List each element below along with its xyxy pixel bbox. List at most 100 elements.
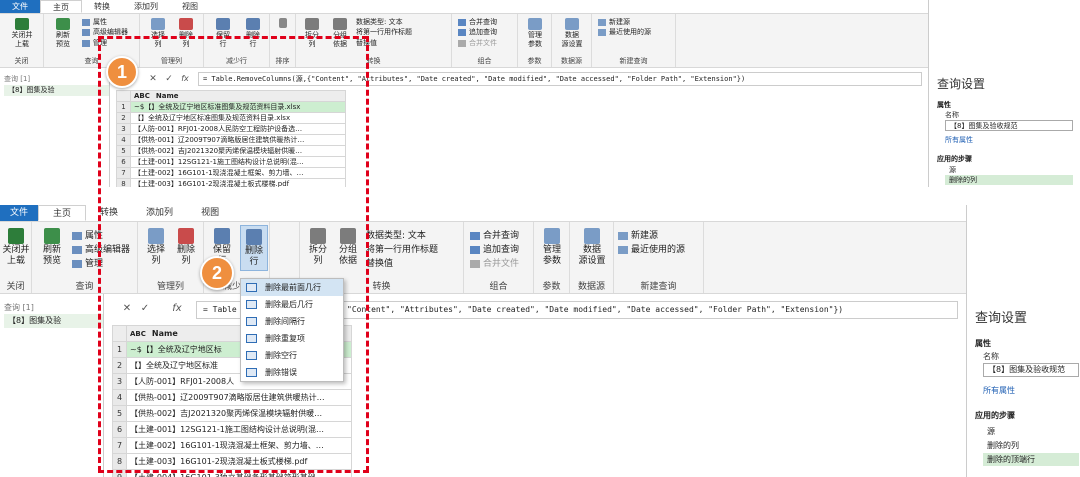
tab-transform[interactable]: 转换 (82, 0, 122, 13)
sort-asc-icon[interactable] (276, 18, 290, 29)
data-source-settings-button-2[interactable]: 数据 源设置 (572, 228, 612, 268)
menu-remove-alternate-rows[interactable]: 删除间隔行 (241, 313, 343, 330)
properties-button[interactable]: 属性 (82, 17, 107, 27)
name-column-header[interactable]: ABC Name (130, 90, 346, 102)
table-row[interactable]: 1 ~$【】全统及辽宁地区标准图集及规范资料目录.xlsx (116, 101, 346, 113)
split-column-button[interactable]: 拆分 列 (300, 18, 324, 49)
manage-parameters-button-2[interactable]: 管理 参数 (536, 228, 568, 268)
group-by-button-2[interactable]: 分组 依据 (334, 228, 362, 268)
remove-columns-button-2[interactable]: 删除 列 (172, 228, 200, 268)
close-load-button-2[interactable]: 关闭并 上载 (0, 228, 32, 268)
table-row[interactable]: 8 【土建-003】16G101-2现浇混凝土板式楼梯.pdf (112, 453, 352, 470)
name-cell[interactable]: 【人防-001】RFJ01-2008人民防空工程防护设备选… (130, 123, 346, 135)
merge-queries-button-2[interactable]: 合并查询 (470, 228, 519, 241)
remove-rows-button-2[interactable]: 删除 行 (240, 225, 268, 271)
manage-parameters-button[interactable]: 管理 参数 (522, 18, 548, 49)
remove-columns-button[interactable]: 删除 列 (174, 18, 198, 49)
step-removed-columns[interactable]: 删除的列 (945, 175, 1073, 185)
data-source-settings-button[interactable]: 数据 源设置 (556, 18, 588, 49)
choose-columns-button-2[interactable]: 选择 列 (142, 228, 170, 268)
confirm-formula-icon[interactable]: ✓ (162, 74, 176, 84)
table-row[interactable]: 4 【供热-001】辽2009T907滴略版居住建筑供暖热计… (112, 389, 352, 406)
menu-remove-blank-rows[interactable]: 删除空行 (241, 347, 343, 364)
query-item-2[interactable]: 【8】图集及验 (4, 314, 103, 328)
menu-remove-top-rows[interactable]: 删除最前面几行 (241, 279, 343, 296)
table-row[interactable]: 7 【土建-002】16G101-1现浇混凝土框架、剪力墙、… (116, 167, 346, 179)
choose-columns-button[interactable]: 选择 列 (146, 18, 170, 49)
name-cell[interactable]: 【】全统及辽宁地区标准图集及规范资料目录.xlsx (130, 112, 346, 124)
recent-sources-button[interactable]: 最近使用的源 (598, 27, 651, 37)
step-removed-columns-2[interactable]: 删除的列 (983, 439, 1079, 452)
name-input-2[interactable]: 【8】图集及验收规范 (983, 363, 1079, 377)
table-row[interactable]: 7 【土建-002】16G101-1现浇混凝土框架、剪力墙、… (112, 437, 352, 454)
step-source[interactable]: 源 (945, 165, 1073, 175)
tab-transform-2[interactable]: 转换 (86, 205, 132, 221)
step-removed-top-rows[interactable]: 删除的顶端行 (983, 453, 1079, 466)
fx-icon-2[interactable]: fx (170, 303, 184, 314)
name-cell[interactable]: 【土建-002】16G101-1现浇混凝土框架、剪力墙、… (130, 167, 346, 179)
fx-icon[interactable]: fx (178, 74, 192, 83)
tab-add-column[interactable]: 添加列 (122, 0, 170, 13)
tab-view-2[interactable]: 视图 (187, 205, 233, 221)
new-source-button[interactable]: 新建源 (598, 17, 630, 27)
name-cell[interactable]: 【土建-003】16G101-2现浇混凝土板式楼梯.pdf (126, 453, 352, 470)
name-input[interactable]: 【8】图集及验收规范 (945, 120, 1073, 131)
name-cell[interactable]: 【供热-001】辽2009T907滴略版居住建筑供暖热计… (126, 389, 352, 406)
name-cell[interactable]: ~$【】全统及辽宁地区标准图集及规范资料目录.xlsx (130, 101, 346, 113)
formula-bar[interactable]: = Table.RemoveColumns(源,{"Content", "Att… (198, 72, 922, 86)
table-row[interactable]: 6 【土建-001】12SG121-1施工图结构设计总说明(混… (116, 156, 346, 168)
combine-files-button[interactable]: 合并文件 (458, 38, 497, 48)
tab-file-2[interactable]: 文件 (0, 205, 39, 221)
replace-values-button-2[interactable]: 替换值 (366, 256, 393, 269)
table-row[interactable]: 3 【人防-001】RFJ01-2008人民防空工程防护设备选… (116, 123, 346, 135)
menu-remove-errors[interactable]: 删除错误 (241, 364, 343, 381)
menu-remove-duplicates[interactable]: 删除重复项 (241, 330, 343, 347)
tab-add-column-2[interactable]: 添加列 (132, 205, 187, 221)
table-row[interactable]: 4 【供热-001】辽2009T907滴略版居住建筑供暖热计… (116, 134, 346, 146)
all-properties-link[interactable]: 所有属性 (945, 135, 973, 145)
text-type-icon[interactable]: ABC (134, 92, 150, 100)
refresh-preview-button[interactable]: 刷新 预览 (48, 18, 78, 49)
table-row[interactable]: 2 【】全统及辽宁地区标准图集及规范资料目录.xlsx (116, 112, 346, 124)
remove-rows-button[interactable]: 删除 行 (240, 18, 266, 49)
cancel-formula-icon-2[interactable]: ✕ (120, 303, 134, 314)
name-cell[interactable]: 【土建-003】16G101-2现浇混凝土板式楼梯.pdf (130, 178, 346, 187)
append-queries-button[interactable]: 追加查询 (458, 27, 497, 37)
name-cell[interactable]: 【土建-001】12SG121-1施工图结构设计总说明(混… (126, 421, 352, 438)
query-item[interactable]: 【8】图集及验 (4, 85, 109, 96)
grid-corner-icon[interactable] (112, 325, 127, 342)
group-by-button[interactable]: 分组 依据 (328, 18, 352, 49)
manage-button[interactable]: 管理 (82, 38, 107, 48)
name-cell[interactable]: 【土建-002】16G101-1现浇混凝土框架、剪力墙、… (126, 437, 352, 454)
confirm-formula-icon-2[interactable]: ✓ (138, 303, 152, 314)
append-queries-button-2[interactable]: 追加查询 (470, 242, 519, 255)
tab-home-2[interactable]: 主页 (38, 205, 87, 221)
keep-rows-button[interactable]: 保留 行 (210, 18, 236, 49)
menu-remove-bottom-rows[interactable]: 删除最后几行 (241, 296, 343, 313)
new-source-button-2[interactable]: 新建源 (618, 228, 658, 241)
advanced-editor-button-2[interactable]: 高级编辑器 (72, 242, 130, 255)
tab-home[interactable]: 主页 (40, 0, 82, 13)
data-type-dropdown-2[interactable]: 数据类型: 文本 (366, 228, 426, 241)
close-load-button[interactable]: 关闭并 上载 (4, 18, 40, 49)
name-cell[interactable]: 【供热-002】吉J2021320聚丙烯保温模块辐射供暖… (126, 405, 352, 422)
data-type-dropdown[interactable]: 数据类型: 文本 (356, 17, 403, 27)
name-cell[interactable]: 【供热-002】吉J2021320聚丙烯保温模块辐射供暖… (130, 145, 346, 157)
cancel-formula-icon[interactable]: ✕ (146, 74, 160, 84)
tab-view[interactable]: 视图 (170, 0, 210, 13)
all-properties-link-2[interactable]: 所有属性 (983, 385, 1015, 396)
table-row[interactable]: 5 【供热-002】吉J2021320聚丙烯保温模块辐射供暖… (116, 145, 346, 157)
first-row-header-button-2[interactable]: 将第一行用作标题 (366, 242, 438, 255)
step-source-2[interactable]: 源 (983, 425, 1079, 438)
merge-queries-button[interactable]: 合并查询 (458, 17, 497, 27)
name-cell[interactable]: 【供热-001】辽2009T907滴略版居住建筑供暖热计… (130, 134, 346, 146)
split-column-button-2[interactable]: 拆分 列 (304, 228, 332, 268)
name-cell[interactable]: 【土建-001】12SG121-1施工图结构设计总说明(混… (130, 156, 346, 168)
grid-corner-icon[interactable] (116, 90, 131, 102)
table-row[interactable]: 6 【土建-001】12SG121-1施工图结构设计总说明(混… (112, 421, 352, 438)
text-type-icon[interactable]: ABC (130, 330, 146, 338)
refresh-preview-button-2[interactable]: 刷新 预览 (36, 228, 68, 268)
recent-sources-button-2[interactable]: 最近使用的源 (618, 242, 685, 255)
table-row[interactable]: 5 【供热-002】吉J2021320聚丙烯保温模块辐射供暖… (112, 405, 352, 422)
table-row[interactable]: 8 【土建-003】16G101-2现浇混凝土板式楼梯.pdf (116, 178, 346, 187)
